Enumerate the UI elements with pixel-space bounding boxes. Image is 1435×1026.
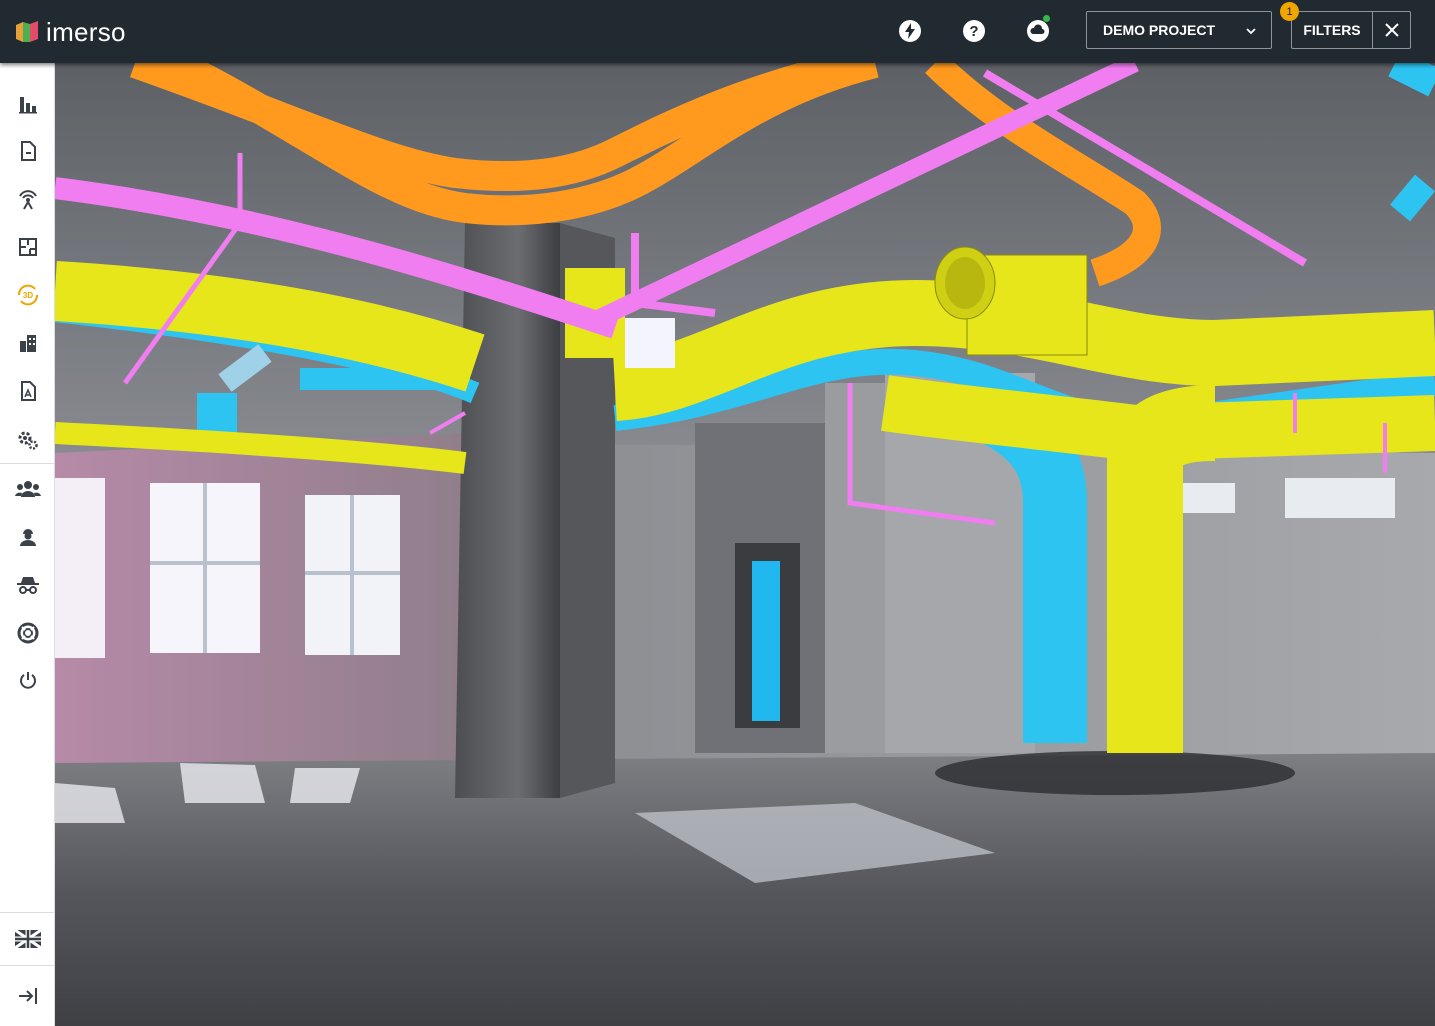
logo-text: imerso [46,17,126,47]
users-icon [15,481,41,497]
3d-viewport[interactable] [55,63,1435,1026]
sidebar-item-drawings[interactable] [14,377,42,405]
sidebar-item-workers[interactable] [14,523,42,551]
sidebar-item-floorplan[interactable] [14,233,42,261]
3d-view-icon: 3D [17,284,39,306]
document-icon [21,141,36,161]
cloud-sync-icon[interactable] [1026,15,1050,43]
sidebar-divider [0,463,55,464]
sidebar-item-dashboard[interactable] [14,90,42,118]
sidebar-item-buildings[interactable] [14,329,42,357]
support-icon [17,622,39,644]
logo[interactable]: imerso [16,18,126,46]
help-icon[interactable]: ? [962,19,986,43]
3d-scene[interactable] [55,63,1435,1026]
sidebar-item-settings[interactable] [14,426,42,454]
sidebar-item-support[interactable] [14,619,42,647]
sidebar-item-incognito[interactable] [14,571,42,599]
sidebar-item-documents[interactable] [14,137,42,165]
svg-text:3D: 3D [23,291,33,300]
sidebar: 3D [0,63,55,1026]
bar-chart-icon [19,97,37,114]
sync-status-dot [1043,15,1050,22]
collapse-sidebar-icon [19,988,37,1004]
scanner-icon [19,190,37,210]
close-filters-button[interactable] [1373,12,1410,48]
project-select[interactable]: DEMO PROJECT [1086,11,1272,49]
filters-button[interactable]: FILTERS [1292,12,1373,48]
filters-count-badge: 1 [1280,2,1299,21]
language-button[interactable] [14,925,42,953]
filters-control: FILTERS [1291,11,1411,49]
imerso-logo-icon [16,21,38,42]
power-icon [20,672,36,689]
svg-text:?: ? [969,23,978,40]
incognito-icon [17,577,39,594]
top-bar: imerso ? DEMO PROJECT FILTERS 1 [0,0,1435,63]
sidebar-item-3d-view[interactable]: 3D [14,281,42,309]
settings-icon [18,431,38,450]
drawing-icon [21,381,36,401]
sidebar-divider-bottom [0,912,55,913]
sidebar-item-scanner[interactable] [14,185,42,213]
chevron-down-icon [1246,28,1256,35]
close-icon [1384,23,1399,37]
floorplan-icon [19,238,37,256]
building-icon [20,335,36,352]
sidebar-item-logout[interactable] [14,666,42,694]
sidebar-item-users[interactable] [14,475,42,503]
lightning-icon[interactable] [898,19,922,43]
project-select-value: DEMO PROJECT [1103,22,1216,38]
worker-icon [20,529,36,546]
uk-flag-icon [15,930,41,948]
collapse-sidebar-button[interactable] [14,982,42,1010]
sidebar-divider-footer [0,965,55,966]
